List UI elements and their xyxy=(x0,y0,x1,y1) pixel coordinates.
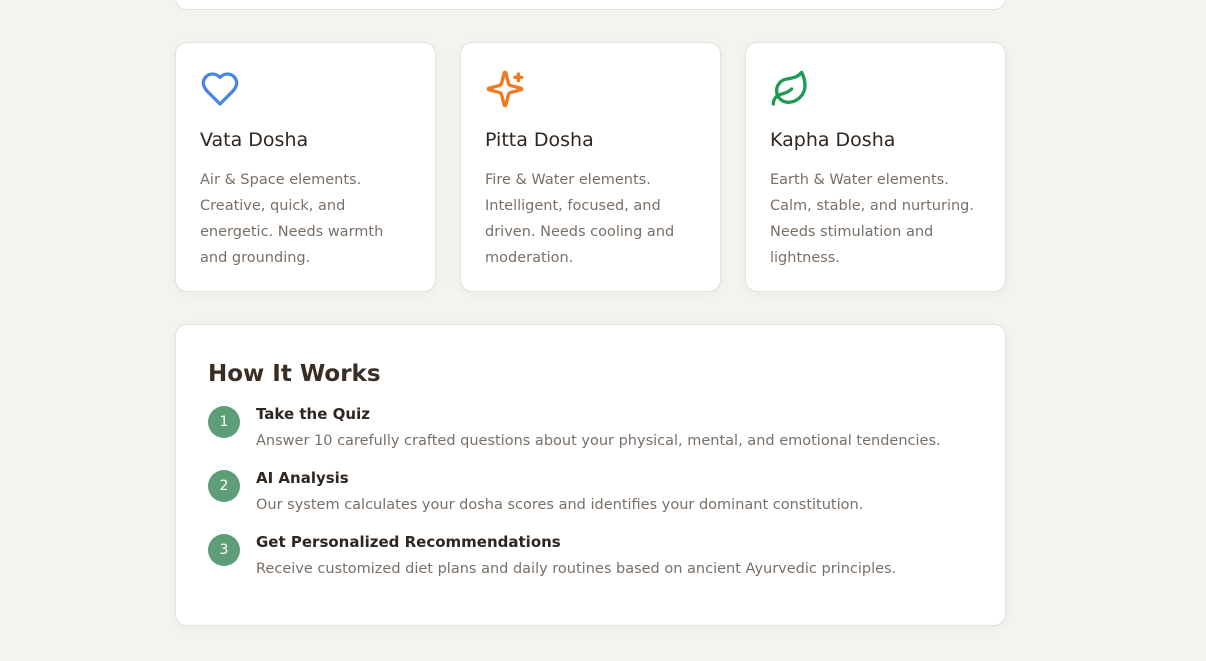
step-title: Take the Quiz xyxy=(256,405,370,423)
dosha-card-vata: Vata Dosha Air & Space elements. Creativ… xyxy=(175,42,436,292)
dosha-description: Earth & Water elements. Calm, stable, an… xyxy=(770,172,974,266)
dosha-card-pitta: Pitta Dosha Fire & Water elements. Intel… xyxy=(460,42,721,292)
dosha-description: Air & Space elements. Creative, quick, a… xyxy=(200,172,384,266)
dosha-description: Fire & Water elements. Intelligent, focu… xyxy=(485,172,675,266)
step-item: 2 AI Analysis Our system calculates your… xyxy=(208,467,973,515)
step-number-badge: 1 xyxy=(208,406,240,438)
step-item: 3 Get Personalized Recommendations Recei… xyxy=(208,531,973,579)
how-it-works-title: How It Works xyxy=(208,361,381,387)
step-item: 1 Take the Quiz Answer 10 carefully craf… xyxy=(208,403,973,451)
step-content: Take the Quiz Answer 10 carefully crafte… xyxy=(256,403,941,451)
dosha-cards: Vata Dosha Air & Space elements. Creativ… xyxy=(175,42,1006,292)
how-it-works-card: How It Works 1 Take the Quiz Answer 10 c… xyxy=(175,324,1006,626)
step-content: AI Analysis Our system calculates your d… xyxy=(256,467,863,515)
leaf-icon xyxy=(770,69,810,109)
step-number-badge: 3 xyxy=(208,534,240,566)
previous-section-card xyxy=(175,0,1006,10)
step-title: Get Personalized Recommendations xyxy=(256,533,561,551)
dosha-title: Pitta Dosha xyxy=(485,129,594,151)
step-description: Receive customized diet plans and daily … xyxy=(256,561,897,577)
sparkles-icon xyxy=(485,69,525,109)
step-description: Our system calculates your dosha scores … xyxy=(256,497,864,513)
dosha-card-kapha: Kapha Dosha Earth & Water elements. Calm… xyxy=(745,42,1006,292)
dosha-title: Kapha Dosha xyxy=(770,129,896,151)
heart-icon xyxy=(200,69,240,109)
dosha-title: Vata Dosha xyxy=(200,129,309,151)
step-number-badge: 2 xyxy=(208,470,240,502)
step-title: AI Analysis xyxy=(256,469,349,487)
step-description: Answer 10 carefully crafted questions ab… xyxy=(256,433,941,449)
step-content: Get Personalized Recommendations Receive… xyxy=(256,531,896,579)
